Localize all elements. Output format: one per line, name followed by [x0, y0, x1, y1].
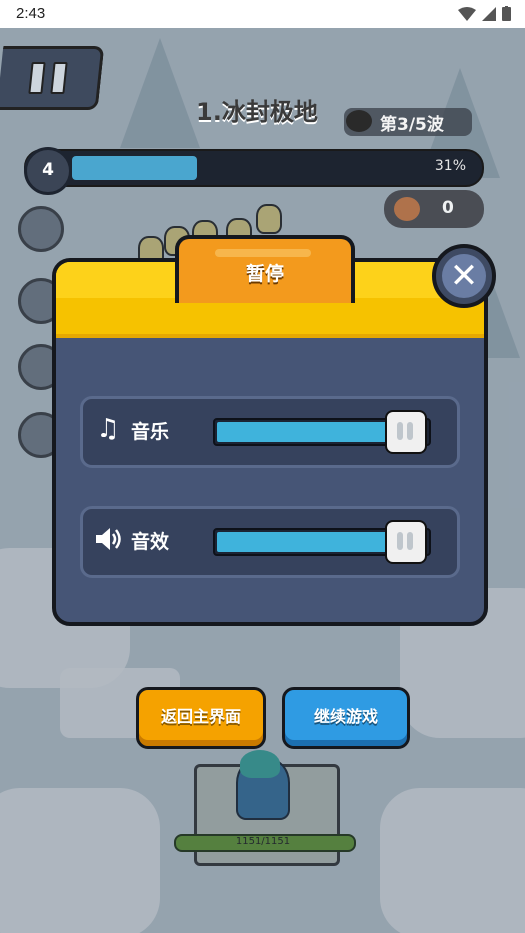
- music-note-icon: ♫: [96, 414, 120, 444]
- music-label: 音乐: [131, 421, 170, 443]
- wifi-icon: [458, 6, 476, 21]
- sfx-label: 音效: [131, 531, 170, 553]
- status-icons: [458, 6, 511, 21]
- music-volume-slider[interactable]: [213, 410, 431, 454]
- wave-counter: 第3/5波: [380, 115, 444, 135]
- music-row: ♫ 音乐: [80, 396, 460, 468]
- return-home-button[interactable]: 返回主界面: [136, 687, 266, 749]
- meat-icon: [394, 197, 420, 221]
- meat-counter: 0: [384, 190, 484, 228]
- pause-dialog-title: 暂停: [245, 263, 284, 285]
- sfx-volume-slider[interactable]: [213, 520, 431, 564]
- status-bar: 2:43: [0, 0, 525, 28]
- sfx-slider-fill: [217, 532, 407, 552]
- skill-button-sword[interactable]: [18, 206, 64, 252]
- continue-game-button[interactable]: 继续游戏: [282, 687, 410, 749]
- wave-number: 4: [24, 147, 72, 195]
- status-time: 2:43: [16, 5, 46, 22]
- music-slider-fill: [217, 422, 407, 442]
- progress-fill: [72, 156, 197, 180]
- monster-icon: [346, 110, 372, 132]
- progress-percent: 31%: [434, 158, 466, 174]
- meat-count: 0: [442, 198, 454, 218]
- music-slider-knob[interactable]: [385, 410, 427, 454]
- speaker-icon: [93, 524, 123, 554]
- close-button[interactable]: ✕: [432, 244, 496, 308]
- signal-icon: [482, 6, 496, 21]
- close-icon: ✕: [442, 254, 486, 298]
- wave-progress-bar: 4 31%: [24, 147, 484, 195]
- pause-button[interactable]: [0, 46, 105, 110]
- pause-dialog-tab: 暂停: [175, 235, 355, 303]
- sfx-slider-knob[interactable]: [385, 520, 427, 564]
- level-title: 1.冰封极地: [196, 98, 318, 126]
- pause-icon-bar: [50, 62, 68, 94]
- battery-icon: [502, 6, 511, 21]
- tab-highlight: [215, 249, 311, 257]
- sfx-row: 音效: [80, 506, 460, 578]
- pause-icon: [28, 62, 46, 94]
